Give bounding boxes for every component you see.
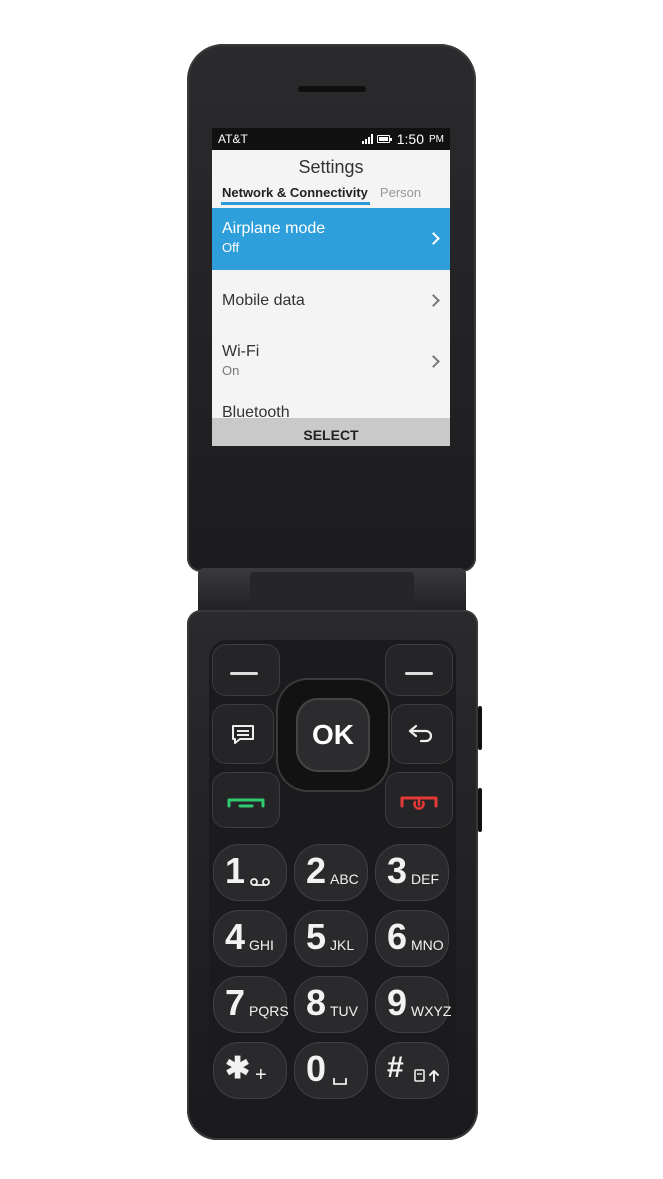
clock-ampm: PM xyxy=(429,133,444,145)
key-digit: 8 xyxy=(306,982,327,1023)
space-icon xyxy=(333,1078,347,1085)
key-digit: 6 xyxy=(387,916,408,957)
item-value: On xyxy=(222,363,240,378)
page-title: Settings xyxy=(298,157,364,177)
tab-network-connectivity[interactable]: Network & Connectivity xyxy=(221,185,370,205)
input-mode-icon xyxy=(414,1069,439,1082)
side-button-lower[interactable] xyxy=(478,788,482,832)
key-letters: ABC xyxy=(330,871,359,887)
key-7[interactable]: 7 PQRS xyxy=(213,976,289,1033)
key-digit: 9 xyxy=(387,982,408,1023)
key-8[interactable]: 8 TUV xyxy=(294,976,368,1033)
call-button[interactable] xyxy=(212,772,280,828)
side-button-upper[interactable] xyxy=(478,706,482,750)
navigation-dpad[interactable]: OK xyxy=(278,680,388,790)
tab-bar: Network & Connectivity Person xyxy=(212,181,450,205)
key-letters: JKL xyxy=(330,937,355,953)
list-item-mobile-data[interactable]: Mobile data xyxy=(212,270,450,331)
key-digit: 2 xyxy=(306,850,327,891)
messages-button[interactable] xyxy=(212,704,274,764)
earpiece xyxy=(298,86,366,92)
call-icon xyxy=(227,798,265,808)
end-call-button[interactable] xyxy=(385,772,453,828)
list-item-wifi[interactable]: Wi-Fi On xyxy=(212,331,450,392)
softkey-select[interactable]: SELECT xyxy=(212,418,450,446)
ok-button[interactable]: OK xyxy=(296,698,370,772)
settings-list: Airplane mode Off Mobile data Wi-Fi On B… xyxy=(212,208,450,446)
key-digit: 0 xyxy=(306,1048,327,1089)
phone-hinge xyxy=(198,568,466,616)
key-digit: 5 xyxy=(306,916,327,957)
battery-icon xyxy=(376,135,392,143)
key-letters: PQRS xyxy=(249,1003,289,1019)
key-digit: ✱ xyxy=(225,1052,251,1085)
tab-personalization[interactable]: Person xyxy=(370,185,421,205)
key-1[interactable]: 1 xyxy=(213,844,287,901)
right-softkey-button[interactable] xyxy=(385,644,453,696)
key-letters: DEF xyxy=(411,871,439,887)
back-button[interactable] xyxy=(391,704,453,764)
status-bar: AT&T 1:50 PM xyxy=(212,128,450,150)
voicemail-icon xyxy=(250,878,270,886)
item-label: Mobile data xyxy=(222,292,305,309)
list-item-airplane-mode[interactable]: Airplane mode Off xyxy=(212,208,450,270)
signal-icon xyxy=(361,134,373,144)
phone-screen: AT&T 1:50 PM Settings Network & Connecti… xyxy=(212,128,450,446)
key-2[interactable]: 2 ABC xyxy=(294,844,368,901)
item-label: Airplane mode xyxy=(222,220,326,237)
key-letters: + xyxy=(255,1064,267,1086)
item-label: Wi-Fi xyxy=(222,343,260,360)
message-icon xyxy=(232,725,254,744)
key-star[interactable]: ✱ + xyxy=(213,1042,287,1099)
key-0[interactable]: 0 xyxy=(294,1042,368,1099)
key-digit: 1 xyxy=(225,850,246,891)
key-letters: TUV xyxy=(330,1003,358,1019)
key-digit: 3 xyxy=(387,850,408,891)
key-letters: GHI xyxy=(249,937,274,953)
key-3[interactable]: 3 DEF xyxy=(375,844,449,901)
carrier-label: AT&T xyxy=(218,132,248,146)
key-4[interactable]: 4 GHI xyxy=(213,910,287,967)
power-end-icon xyxy=(400,796,438,810)
key-hash[interactable]: # xyxy=(375,1042,449,1099)
left-softkey-button[interactable] xyxy=(212,644,280,696)
key-5[interactable]: 5 JKL xyxy=(294,910,368,967)
key-digit: # xyxy=(387,1051,404,1084)
key-digit: 4 xyxy=(225,916,246,957)
dash-icon xyxy=(405,672,433,675)
back-arrow-icon xyxy=(408,724,433,743)
dash-icon xyxy=(230,672,258,675)
key-letters: MNO xyxy=(411,937,444,953)
key-6[interactable]: 6 MNO xyxy=(375,910,449,967)
key-letters: WXYZ xyxy=(411,1003,452,1019)
keypad: OK 1 2 ABC 3 DEF 4 GHI 5 JKL 6 MNO 7 PQR… xyxy=(209,640,456,1112)
clock-time: 1:50 xyxy=(396,131,424,147)
phone-base: OK 1 2 ABC 3 DEF 4 GHI 5 JKL 6 MNO 7 PQR… xyxy=(187,610,482,1140)
key-9[interactable]: 9 WXYZ xyxy=(375,976,452,1033)
item-value: Off xyxy=(222,240,240,255)
phone-lid: AT&T 1:50 PM Settings Network & Connecti… xyxy=(187,44,476,572)
key-digit: 7 xyxy=(225,982,246,1023)
